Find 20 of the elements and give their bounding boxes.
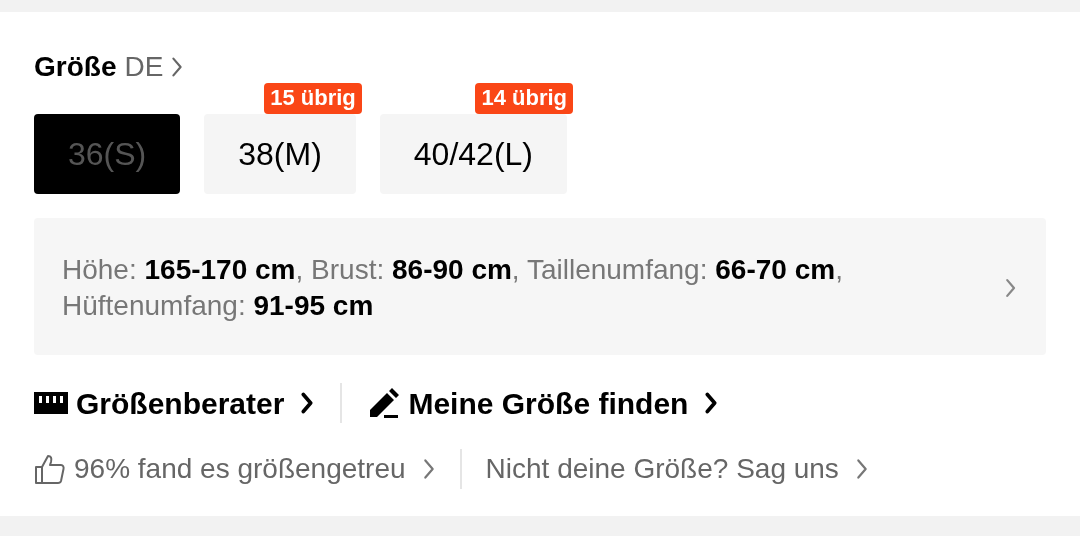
stock-badge: 15 übrig — [264, 83, 362, 114]
thumbs-up-icon — [34, 452, 66, 485]
chevron-right-icon — [300, 392, 315, 415]
section-title: Größe — [34, 50, 117, 84]
chevron-right-icon — [704, 392, 719, 415]
measurement-panel[interactable]: Höhe: 165-170 cm, Brust: 86-90 cm, Taillenumfang: 66-70 cm, Hüftenumfang: 91-95 cm — [34, 218, 1046, 355]
size-option[interactable]: 40/42(L) — [379, 114, 567, 194]
chevron-right-icon — [854, 457, 869, 480]
pencil-icon — [368, 387, 401, 420]
fit-feedback-link[interactable]: Nicht deine Größe? Sag uns — [485, 447, 869, 490]
stock-badge: 14 übrig — [475, 83, 573, 114]
fit-feedback-link[interactable]: 96% fand es größengetreu — [34, 447, 436, 490]
size-option[interactable]: 38(M) — [204, 114, 356, 194]
size-tool-link[interactable]: Meine Größe finden — [368, 380, 719, 426]
chevron-right-icon — [171, 56, 184, 78]
body-measurements: Höhe: 165-170 cm, Brust: 86-90 cm, Taillenumfang: 66-70 cm, Hüftenumfang: 91-95 cm — [62, 253, 844, 324]
region-link[interactable]: DE — [124, 46, 184, 88]
size-tool-link[interactable]: Größenberater — [34, 380, 315, 426]
ruler-icon — [34, 392, 68, 415]
chevron-right-icon — [421, 457, 436, 480]
